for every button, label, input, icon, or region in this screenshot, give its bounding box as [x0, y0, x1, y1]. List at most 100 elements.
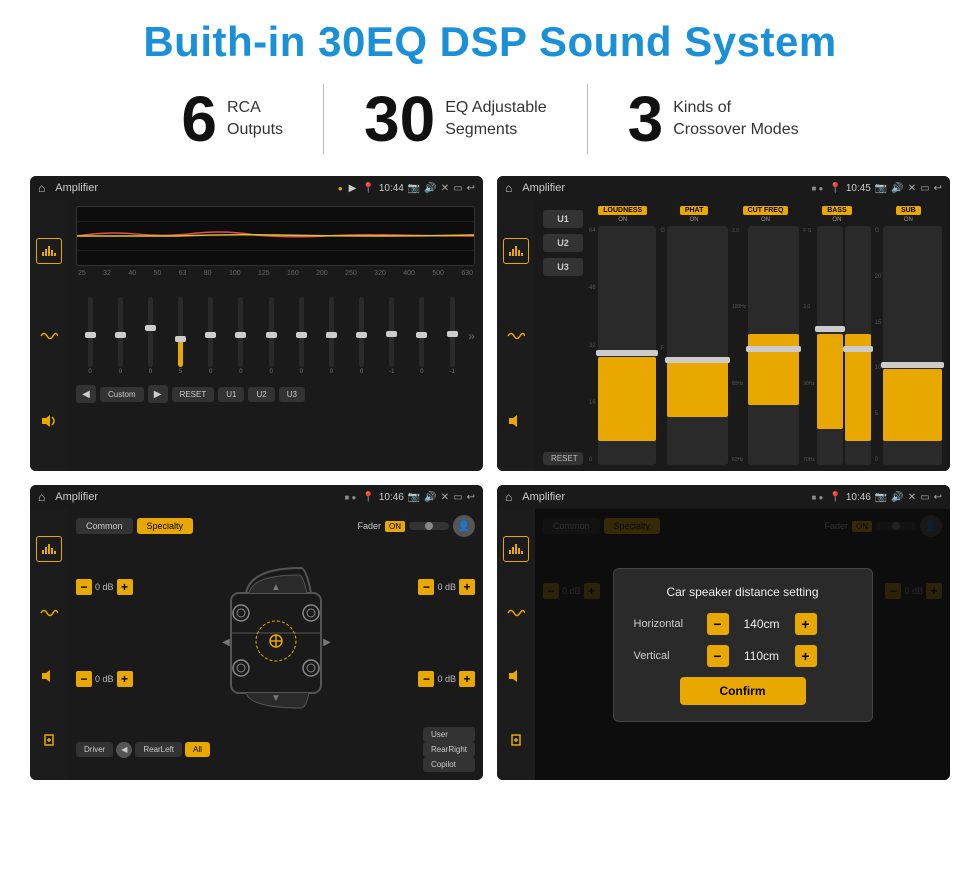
u1-btn[interactable]: U1	[218, 387, 244, 402]
freq-40: 40	[128, 270, 136, 277]
freq-63: 63	[179, 270, 187, 277]
vertical-plus-btn[interactable]: +	[795, 645, 817, 667]
prev-btn[interactable]: ◀	[76, 385, 96, 403]
cutfreq-on[interactable]: CUT FREQ	[743, 206, 789, 215]
preset-u3[interactable]: U3	[543, 258, 583, 276]
screen2-content: U1 U2 U3 RESET LOUDNES	[497, 200, 950, 471]
screen4-content: Common Specialty Fader ON 👤 −0 dB+	[497, 509, 950, 780]
volume-sidebar-icon[interactable]	[36, 408, 62, 434]
fader-on-btn[interactable]: ON	[385, 521, 405, 532]
amp2-main: U1 U2 U3 RESET LOUDNES	[543, 206, 942, 465]
right-db-controls: − 0 dB + − 0 dB +	[418, 543, 475, 723]
channel-sub: SUB ON G20151050	[875, 206, 942, 465]
freq-labels: 25 32 40 50 63 80 100 125 160 200 250 32…	[76, 270, 475, 277]
eq-icon-3[interactable]	[36, 536, 62, 562]
rear-right-btn[interactable]: RearRight	[423, 742, 475, 757]
vol-sidebar-icon-4[interactable]	[503, 663, 529, 689]
left-db-controls: − 0 dB + − 0 dB +	[76, 543, 133, 723]
db-val-2: 0 dB	[95, 674, 114, 684]
wave-icon[interactable]	[36, 323, 62, 349]
vertical-minus-btn[interactable]: −	[707, 645, 729, 667]
phat-on[interactable]: PHAT	[680, 206, 709, 215]
screen4-topbar: ⌂ Amplifier ■ ● 📍 10:46 📷 🔊 ✕ ▭ ↩	[497, 485, 950, 509]
expand-icon[interactable]: »	[468, 329, 475, 343]
user-btn[interactable]: User	[423, 727, 475, 742]
svg-text:▲: ▲	[271, 582, 281, 593]
home-icon-2[interactable]: ⌂	[505, 181, 512, 195]
vol-sidebar-icon-2[interactable]	[503, 408, 529, 434]
all-btn[interactable]: All	[185, 742, 210, 757]
horizontal-minus-btn[interactable]: −	[707, 613, 729, 635]
channel-cutfreq: CUT FREQ ON 3.0100Hz80Hz60Hz	[732, 206, 799, 465]
vol-sidebar-icon-3[interactable]	[36, 663, 62, 689]
feature-rca-desc: RCA Outputs	[227, 97, 283, 142]
fader-slider[interactable]	[409, 522, 449, 530]
screen-speaker: ⌂ Amplifier ■ ● 📍 10:46 📷 🔊 ✕ ▭ ↩	[30, 485, 483, 780]
horizontal-plus-btn[interactable]: +	[795, 613, 817, 635]
home-icon-4[interactable]: ⌂	[505, 490, 512, 504]
confirm-button[interactable]: Confirm	[680, 677, 806, 705]
plus-btn-4[interactable]: +	[459, 671, 475, 687]
plus-btn-3[interactable]: +	[459, 579, 475, 595]
loudness-on[interactable]: LOUDNESS	[598, 206, 647, 215]
freq-80: 80	[204, 270, 212, 277]
screen2-dots: ■ ●	[811, 184, 823, 193]
home-icon-3[interactable]: ⌂	[38, 490, 45, 504]
location-icon-3: 📍	[362, 492, 374, 503]
wave-icon-2[interactable]	[503, 323, 529, 349]
eq-icon[interactable]	[36, 238, 62, 264]
specialty-tab[interactable]: Specialty	[137, 518, 194, 534]
wave-icon-3[interactable]	[36, 600, 62, 626]
plus-btn-1[interactable]: +	[117, 579, 133, 595]
wave-icon-4[interactable]	[503, 600, 529, 626]
copilot-btn[interactable]: Copilot	[423, 757, 475, 772]
minus-btn-3[interactable]: −	[418, 579, 434, 595]
close-icon-2: ✕	[908, 183, 916, 194]
eq-sliders-row: // will be rendered statically below 0 0…	[76, 281, 475, 381]
person-icon[interactable]: 👤	[453, 515, 475, 537]
reset-btn-2[interactable]: RESET	[543, 452, 583, 465]
custom-btn[interactable]: Custom	[100, 387, 144, 402]
bass-on[interactable]: BASS	[822, 206, 851, 215]
cutfreq-header: CUT FREQ ON	[743, 206, 789, 223]
freq-50: 50	[153, 270, 161, 277]
topbar-icons-1: 📍 10:44 📷 🔊 ✕ ▭ ↩	[362, 183, 475, 194]
u2-btn[interactable]: U2	[248, 387, 274, 402]
reset-btn[interactable]: RESET	[172, 387, 215, 402]
minus-btn-4[interactable]: −	[418, 671, 434, 687]
common-tab[interactable]: Common	[76, 518, 133, 534]
window-icon-4: ▭	[920, 492, 929, 503]
screen-amp: ⌂ Amplifier ■ ● 📍 10:45 📷 🔊 ✕ ▭ ↩	[497, 176, 950, 471]
db-ctrl-1: − 0 dB +	[76, 579, 133, 595]
eq-icon-4[interactable]	[503, 536, 529, 562]
home-icon[interactable]: ⌂	[38, 181, 45, 195]
expand-icon-3[interactable]	[36, 727, 62, 753]
preset-u2[interactable]: U2	[543, 234, 583, 252]
screen3-title: Amplifier	[55, 491, 98, 503]
window-icon: ▭	[453, 183, 462, 194]
fader-label: Fader	[357, 521, 381, 531]
minus-btn-1[interactable]: −	[76, 579, 92, 595]
dialog-overlay: Car speaker distance setting Horizontal …	[535, 509, 950, 780]
slider-col: 0	[287, 297, 315, 375]
driver-btn[interactable]: Driver	[76, 742, 113, 757]
sub-on[interactable]: SUB	[896, 206, 921, 215]
screen3-time: 10:46	[379, 492, 404, 503]
freq-320: 320	[374, 270, 386, 277]
eq-icon-2[interactable]	[503, 238, 529, 264]
slider-col: 0	[227, 297, 255, 375]
freq-160: 160	[287, 270, 299, 277]
sub-header: SUB ON	[896, 206, 921, 223]
preset-u1[interactable]: U1	[543, 210, 583, 228]
u3-btn[interactable]: U3	[279, 387, 305, 402]
screen2-topbar: ⌂ Amplifier ■ ● 📍 10:45 📷 🔊 ✕ ▭ ↩	[497, 176, 950, 200]
loudness-header: LOUDNESS ON	[598, 206, 647, 223]
rear-left-btn[interactable]: RearLeft	[135, 742, 182, 757]
back-icon-4: ↩	[934, 492, 942, 503]
play-btn[interactable]: ▶	[148, 385, 168, 403]
minus-btn-2[interactable]: −	[76, 671, 92, 687]
plus-btn-2[interactable]: +	[117, 671, 133, 687]
freq-32: 32	[103, 270, 111, 277]
expand-icon-4[interactable]	[503, 727, 529, 753]
db-ctrl-4: − 0 dB +	[418, 671, 475, 687]
